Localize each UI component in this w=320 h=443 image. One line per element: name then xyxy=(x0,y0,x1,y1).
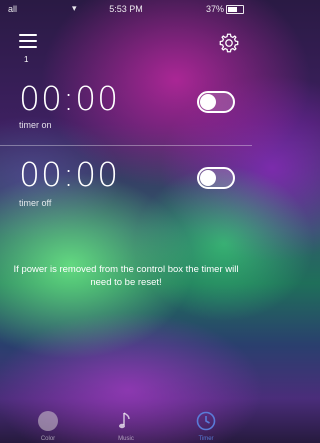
color-dot-icon xyxy=(38,411,58,431)
music-note-icon xyxy=(119,412,130,429)
timer-on-toggle[interactable] xyxy=(197,91,235,113)
hamburger-bar xyxy=(19,46,37,48)
timer-off-toggle[interactable] xyxy=(197,167,235,189)
timer-on-row: 00:00 timer on xyxy=(0,82,252,132)
timer-on-time[interactable]: 00:00 xyxy=(19,82,119,115)
menu-button[interactable] xyxy=(19,34,37,52)
menu-badge: 1 xyxy=(24,55,29,64)
battery-icon xyxy=(226,5,244,14)
tab-timer-label: Timer xyxy=(198,436,214,442)
timer-off-row: 00:00 timer off xyxy=(0,158,252,208)
tab-music[interactable]: Music xyxy=(96,407,156,443)
bottom-tab-bar: Color Music Timer xyxy=(0,407,252,443)
tab-color-label: Color xyxy=(40,436,56,442)
timer-clock-icon xyxy=(196,411,216,431)
toggle-knob xyxy=(200,170,216,186)
timer-off-label: timer off xyxy=(19,198,52,208)
gear-icon[interactable] xyxy=(218,32,240,54)
hamburger-menu-icon xyxy=(19,34,37,36)
timer-off-time[interactable]: 00:00 xyxy=(19,158,119,191)
battery-percent: 37% xyxy=(205,4,224,14)
tab-music-label: Music xyxy=(118,436,134,442)
power-reset-notice: If power is removed from the control box… xyxy=(13,264,239,288)
divider xyxy=(0,145,252,146)
hamburger-bar xyxy=(19,40,37,42)
tab-timer[interactable]: Timer xyxy=(176,407,236,443)
tab-color[interactable]: Color xyxy=(18,407,78,443)
status-bar: all ▾ 5:53 PM 37% xyxy=(0,0,252,18)
toggle-knob xyxy=(200,94,216,110)
timer-on-label: timer on xyxy=(19,120,52,130)
